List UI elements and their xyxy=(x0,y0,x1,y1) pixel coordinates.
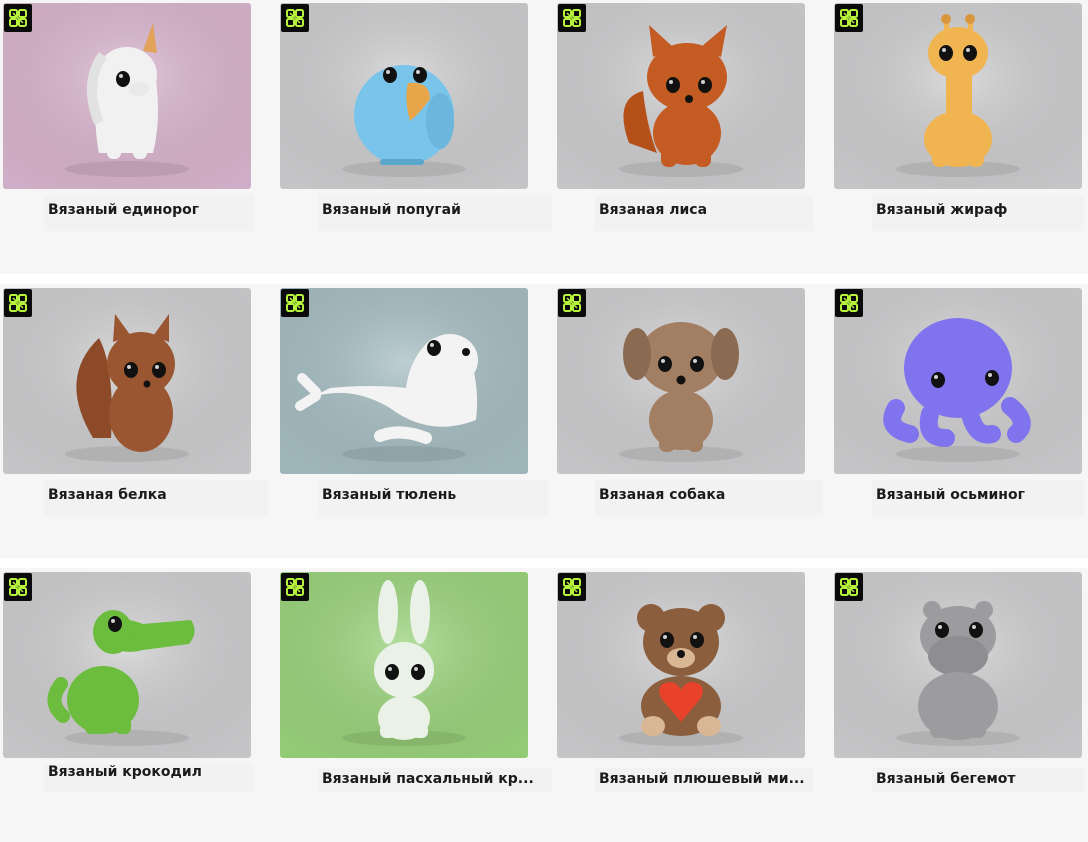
unicorn-figure xyxy=(3,3,251,189)
product-title[interactable]: Вязаная белка xyxy=(48,487,167,503)
brand-logo-icon xyxy=(558,573,586,601)
squirrel-figure xyxy=(3,288,251,474)
fox-figure xyxy=(557,3,805,189)
brand-logo-icon xyxy=(4,4,32,32)
product-title[interactable]: Вязаный единорог xyxy=(48,202,199,218)
brand-logo-icon xyxy=(4,289,32,317)
octopus-figure xyxy=(834,288,1082,474)
product-image[interactable] xyxy=(3,572,251,758)
product-image[interactable] xyxy=(834,572,1082,758)
product-title[interactable]: Вязаная лиса xyxy=(599,202,707,218)
product-caption[interactable]: Вязаный плюшевый ми... xyxy=(595,768,813,792)
product-image[interactable] xyxy=(834,3,1082,189)
product-caption[interactable]: Вязаная белка xyxy=(44,480,268,516)
hippo-figure xyxy=(834,572,1082,758)
giraffe-figure xyxy=(834,3,1082,189)
brand-logo-icon xyxy=(281,4,309,32)
parrot-figure xyxy=(280,3,528,189)
product-caption[interactable]: Вязаный крокодил xyxy=(44,764,254,792)
dog-figure xyxy=(557,288,805,474)
crocodile-figure xyxy=(3,572,251,758)
teddy-bear-figure xyxy=(557,572,805,758)
product-image[interactable] xyxy=(557,572,805,758)
product-image[interactable] xyxy=(280,3,528,189)
product-title[interactable]: Вязаная собака xyxy=(599,487,725,503)
product-image[interactable] xyxy=(557,288,805,474)
product-title[interactable]: Вязаный бегемот xyxy=(876,771,1016,787)
brand-logo-icon xyxy=(558,289,586,317)
product-image[interactable] xyxy=(834,288,1082,474)
brand-logo-icon xyxy=(835,573,863,601)
product-image[interactable] xyxy=(280,572,528,758)
brand-logo-icon xyxy=(4,573,32,601)
product-title[interactable]: Вязаный пасхальный кр... xyxy=(322,771,534,787)
product-title[interactable]: Вязаный жираф xyxy=(876,202,1007,218)
product-caption[interactable]: Вязаный пасхальный кр... xyxy=(318,768,552,792)
product-title[interactable]: Вязаный плюшевый ми... xyxy=(599,771,805,787)
product-title[interactable]: Вязаный осьминог xyxy=(876,487,1025,503)
product-image[interactable] xyxy=(280,288,528,474)
brand-logo-icon xyxy=(281,573,309,601)
product-caption[interactable]: Вязаный бегемот xyxy=(872,768,1084,792)
product-caption[interactable]: Вязаный жираф xyxy=(872,195,1084,231)
product-image[interactable] xyxy=(3,288,251,474)
seal-figure xyxy=(280,288,528,474)
product-title[interactable]: Вязаный попугай xyxy=(322,202,461,218)
product-caption[interactable]: Вязаный осьминог xyxy=(872,480,1084,516)
product-image[interactable] xyxy=(3,3,251,189)
product-caption[interactable]: Вязаный попугай xyxy=(318,195,552,231)
brand-logo-icon xyxy=(281,289,309,317)
bunny-figure xyxy=(280,572,528,758)
brand-logo-icon xyxy=(835,4,863,32)
product-caption[interactable]: Вязаная лиса xyxy=(595,195,813,231)
product-caption[interactable]: Вязаный единорог xyxy=(44,195,254,231)
product-title[interactable]: Вязаный тюлень xyxy=(322,487,456,503)
product-image[interactable] xyxy=(557,3,805,189)
product-caption[interactable]: Вязаный тюлень xyxy=(318,480,548,516)
brand-logo-icon xyxy=(835,289,863,317)
product-title[interactable]: Вязаный крокодил xyxy=(48,764,202,780)
product-caption[interactable]: Вязаная собака xyxy=(595,480,823,516)
brand-logo-icon xyxy=(558,4,586,32)
